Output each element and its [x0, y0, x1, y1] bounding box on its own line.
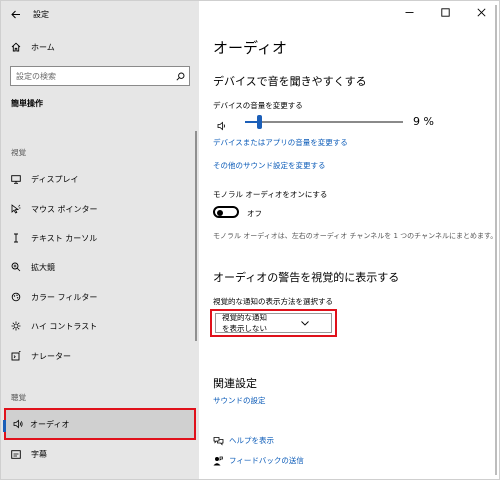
volume-slider-thumb[interactable] [257, 115, 263, 129]
related-settings-heading: 関連設定 [213, 377, 257, 390]
search-placeholder: 設定の検索 [16, 71, 56, 81]
app-title: 設定 [33, 9, 49, 19]
mono-audio-state: オフ [247, 209, 262, 218]
dropdown-value: 視覚的な通知を表示しない [222, 313, 267, 333]
volume-speaker-icon [217, 116, 227, 135]
help-link-row[interactable]: ヘルプを表示 [213, 435, 274, 446]
mono-audio-label: モノラル オーディオをオンにする [213, 190, 328, 199]
feedback-link-row[interactable]: フィードバックの送信 [213, 455, 304, 466]
sidebar-item-label: ハイ コントラスト [31, 321, 98, 331]
section-heading-hear: デバイスで音を聞きやすくする [213, 75, 367, 88]
search-input[interactable]: 設定の検索 [10, 66, 190, 86]
sidebar-item-home[interactable]: ホーム [1, 37, 199, 57]
minimize-icon [405, 11, 413, 13]
sound-settings-link[interactable]: サウンドの設定 [213, 395, 266, 406]
sidebar-item-captions[interactable]: 字幕 [1, 441, 199, 467]
mono-audio-description: モノラル オーディオは、左右のオーディオ チャンネルを 1 つのチャンネルにまと… [213, 232, 498, 240]
high-contrast-icon [1, 321, 31, 331]
magnifier-icon [1, 262, 31, 272]
volume-value: 9 % [413, 115, 434, 128]
narrator-icon [1, 351, 31, 361]
sidebar-item-high-contrast[interactable]: ハイ コントラスト [1, 313, 199, 339]
page-title: オーディオ [213, 39, 287, 57]
help-icon [213, 436, 229, 446]
mouse-pointer-icon [1, 204, 31, 214]
sidebar-item-label: 拡大鏡 [31, 262, 55, 272]
sidebar-scrollbar[interactable] [195, 131, 197, 341]
minimize-button[interactable] [391, 1, 427, 23]
sidebar-item-color-filter[interactable]: カラー フィルター [1, 284, 199, 310]
main-content: オーディオ デバイスで音を聞きやすくする デバイスの音量を変更する 9 % デバ… [199, 1, 499, 479]
text-cursor-icon [1, 233, 31, 243]
captions-icon [1, 449, 31, 459]
close-icon [476, 7, 486, 17]
section-label-hearing: 聴覚 [11, 393, 26, 402]
chevron-down-icon [274, 320, 332, 326]
close-button[interactable] [463, 1, 499, 23]
volume-slider-row: 9 % [213, 114, 495, 131]
toggle-knob [217, 210, 223, 216]
sidebar-item-label: ナレーター [31, 351, 71, 361]
settings-window: 設定 ホーム 設定の検索 簡単操作 視覚 ディスプレイ マウス ポインター テキ… [0, 0, 500, 480]
sidebar-item-label: マウス ポインター [31, 204, 98, 214]
content-scrollbar[interactable] [495, 5, 497, 475]
help-link[interactable]: ヘルプを表示 [229, 435, 274, 446]
sidebar: 設定 ホーム 設定の検索 簡単操作 視覚 ディスプレイ マウス ポインター テキ… [1, 1, 199, 479]
app-volume-link[interactable]: デバイスまたはアプリの音量を変更する [213, 137, 348, 148]
back-arrow-icon [11, 10, 20, 18]
speaker-icon [6, 419, 30, 429]
sidebar-item-narrator[interactable]: ナレーター [1, 343, 199, 369]
section-heading-visual-alerts: オーディオの警告を視覚的に表示する [213, 271, 400, 284]
display-icon [1, 174, 31, 184]
sidebar-item-label: テキスト カーソル [31, 233, 98, 243]
sidebar-item-mouse-pointer[interactable]: マウス ポインター [1, 196, 199, 222]
sidebar-item-label: ディスプレイ [31, 174, 79, 184]
feedback-icon [213, 456, 229, 466]
selection-indicator [3, 420, 6, 432]
visual-notification-label: 視覚的な通知の表示方法を選択する [213, 297, 333, 306]
visual-notification-dropdown[interactable]: 視覚的な通知を表示しない [215, 313, 332, 333]
sidebar-group-title: 簡単操作 [11, 99, 43, 108]
volume-label: デバイスの音量を変更する [213, 101, 303, 110]
home-icon [1, 42, 31, 52]
sidebar-item-label: カラー フィルター [31, 292, 98, 302]
sidebar-item-display[interactable]: ディスプレイ [1, 166, 199, 192]
sidebar-item-audio[interactable]: オーディオ [3, 408, 196, 440]
title-bar: 設定 [1, 1, 199, 27]
section-label-vision: 視覚 [11, 148, 26, 157]
volume-slider-track[interactable] [245, 121, 403, 123]
sidebar-item-magnifier[interactable]: 拡大鏡 [1, 254, 199, 280]
mono-audio-toggle[interactable] [213, 206, 239, 218]
sidebar-item-text-cursor[interactable]: テキスト カーソル [1, 225, 199, 251]
sidebar-item-label: オーディオ [30, 419, 70, 429]
maximize-icon [440, 7, 450, 17]
sidebar-item-label: 字幕 [31, 449, 47, 459]
sidebar-item-label: ホーム [31, 42, 55, 52]
other-sound-settings-link[interactable]: その他のサウンド設定を変更する [213, 160, 326, 171]
search-icon[interactable] [171, 72, 189, 81]
color-filter-icon [1, 292, 31, 302]
feedback-link[interactable]: フィードバックの送信 [229, 455, 304, 466]
back-button[interactable] [1, 1, 31, 27]
maximize-button[interactable] [427, 1, 463, 23]
window-controls [391, 1, 499, 25]
